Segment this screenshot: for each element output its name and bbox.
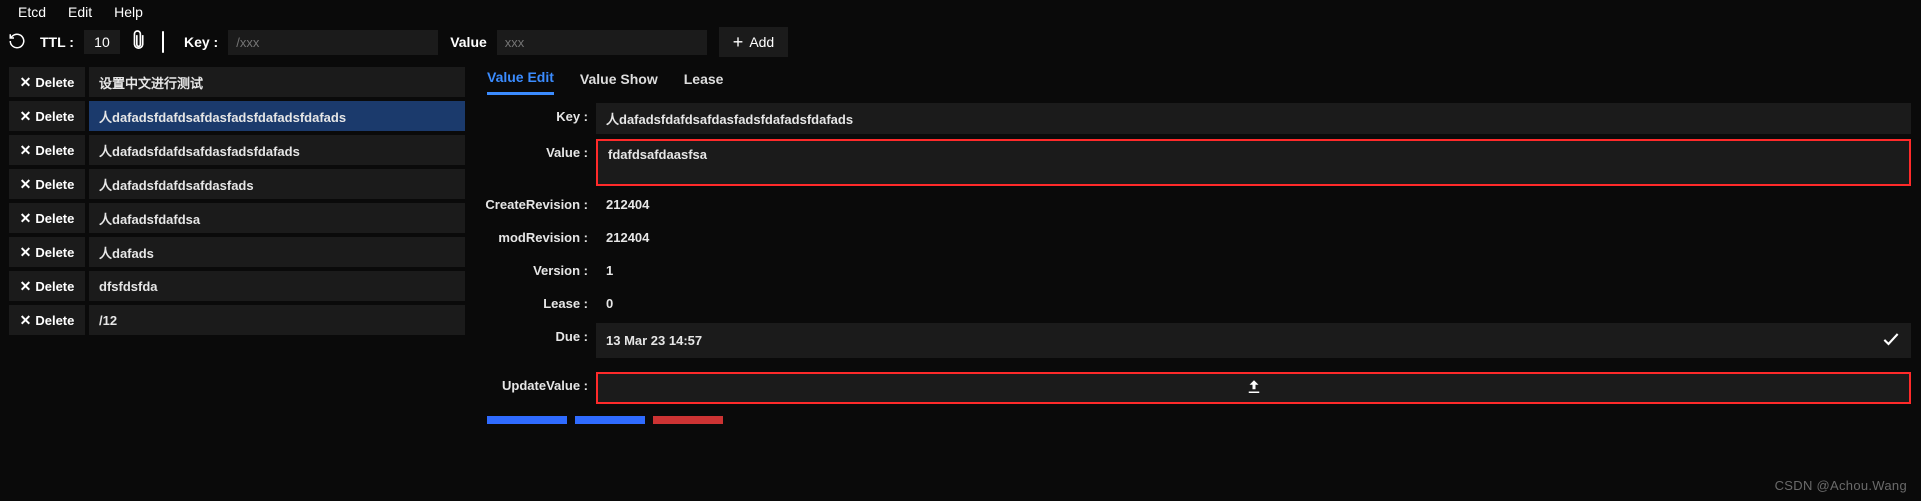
add-label: Add (749, 34, 774, 50)
detail-key-label: Key : (483, 103, 596, 124)
detail-key-value: 人dafadsfdafdsafdasfadsfdafadsfdafads (596, 103, 1911, 134)
close-icon: ✕ (20, 108, 32, 125)
check-icon[interactable] (1881, 329, 1901, 352)
update-label: UpdateValue : (483, 372, 596, 393)
version-label: Version : (483, 257, 596, 278)
list-item-text[interactable]: 人dafadsfdafdsa (89, 203, 465, 233)
plus-icon: + (733, 33, 744, 51)
lease-value: 0 (596, 290, 1911, 318)
create-rev-value: 212404 (596, 191, 1911, 219)
value-label: Value (450, 34, 487, 50)
action-btn-1[interactable] (487, 416, 567, 424)
close-icon: ✕ (20, 278, 32, 295)
list-row[interactable]: ✕Delete/12 (9, 305, 465, 335)
delete-button[interactable]: ✕Delete (9, 67, 85, 97)
delete-button[interactable]: ✕Delete (9, 271, 85, 301)
key-list: ✕Delete设置中文进行测试✕Delete人dafadsfdafdsafdas… (0, 61, 471, 424)
delete-label: Delete (35, 279, 74, 294)
delete-label: Delete (35, 177, 74, 192)
key-input[interactable] (228, 30, 438, 55)
value-input[interactable] (497, 30, 707, 55)
delete-label: Delete (35, 143, 74, 158)
delete-label: Delete (35, 75, 74, 90)
action-btn-2[interactable] (575, 416, 645, 424)
menu-etcd[interactable]: Etcd (18, 4, 46, 20)
due-value: 13 Mar 23 14:57 (606, 333, 702, 348)
delete-label: Delete (35, 211, 74, 226)
list-row[interactable]: ✕Deletedfsfdsfda (9, 271, 465, 301)
mod-rev-label: modRevision : (483, 224, 596, 245)
list-row[interactable]: ✕Delete人dafadsfdafdsafdasfadsfdafadsfdaf… (9, 101, 465, 131)
due-label: Due : (483, 323, 596, 344)
list-item-text[interactable]: 人dafadsfdafdsafdasfadsfdafads (89, 135, 465, 165)
upload-icon (1245, 378, 1263, 399)
list-item-text[interactable]: /12 (89, 305, 465, 335)
list-item-text[interactable]: 人dafadsfdafdsafdasfads (89, 169, 465, 199)
menu-help[interactable]: Help (114, 4, 143, 20)
action-bar (487, 416, 1911, 424)
detail-value-field[interactable]: fdafdsafdaasfsa (596, 139, 1911, 186)
tab-value-show[interactable]: Value Show (580, 71, 658, 94)
watermark: CSDN @Achou.Wang (1775, 478, 1907, 493)
delete-button[interactable]: ✕Delete (9, 305, 85, 335)
version-value: 1 (596, 257, 1911, 285)
ttl-input[interactable] (84, 30, 120, 54)
close-icon: ✕ (20, 312, 32, 329)
list-row[interactable]: ✕Delete设置中文进行测试 (9, 67, 465, 97)
refresh-icon[interactable] (8, 32, 26, 53)
delete-label: Delete (35, 109, 74, 124)
delete-label: Delete (35, 245, 74, 260)
lease-label: Lease : (483, 290, 596, 311)
list-item-text[interactable]: 人dafads (89, 237, 465, 267)
ttl-label: TTL : (40, 34, 74, 50)
delete-button[interactable]: ✕Delete (9, 135, 85, 165)
detail-value-label: Value : (483, 139, 596, 160)
delete-label: Delete (35, 313, 74, 328)
close-icon: ✕ (20, 244, 32, 261)
delete-button[interactable]: ✕Delete (9, 101, 85, 131)
attach-icon[interactable] (128, 31, 148, 54)
list-item-text[interactable]: 人dafadsfdafdsafdasfadsfdafadsfdafads (89, 101, 465, 131)
separator (162, 31, 164, 53)
mod-rev-value: 212404 (596, 224, 1911, 252)
key-label: Key : (184, 34, 218, 50)
close-icon: ✕ (20, 74, 32, 91)
list-row[interactable]: ✕Delete人dafadsfdafdsafdasfads (9, 169, 465, 199)
close-icon: ✕ (20, 142, 32, 159)
add-button[interactable]: + Add (719, 27, 788, 57)
tab-lease[interactable]: Lease (684, 71, 724, 94)
create-rev-label: CreateRevision : (483, 191, 596, 212)
list-row[interactable]: ✕Delete人dafadsfdafdsa (9, 203, 465, 233)
menu-edit[interactable]: Edit (68, 4, 92, 20)
delete-button[interactable]: ✕Delete (9, 203, 85, 233)
list-item-text[interactable]: 设置中文进行测试 (89, 67, 465, 97)
update-button[interactable] (596, 372, 1911, 404)
list-row[interactable]: ✕Delete人dafadsfdafdsafdasfadsfdafads (9, 135, 465, 165)
list-item-text[interactable]: dfsfdsfda (89, 271, 465, 301)
tab-value-edit[interactable]: Value Edit (487, 69, 554, 95)
close-icon: ✕ (20, 210, 32, 227)
delete-button[interactable]: ✕Delete (9, 169, 85, 199)
delete-button[interactable]: ✕Delete (9, 237, 85, 267)
action-btn-3[interactable] (653, 416, 723, 424)
close-icon: ✕ (20, 176, 32, 193)
list-row[interactable]: ✕Delete人dafads (9, 237, 465, 267)
due-field[interactable]: 13 Mar 23 14:57 (596, 323, 1911, 358)
